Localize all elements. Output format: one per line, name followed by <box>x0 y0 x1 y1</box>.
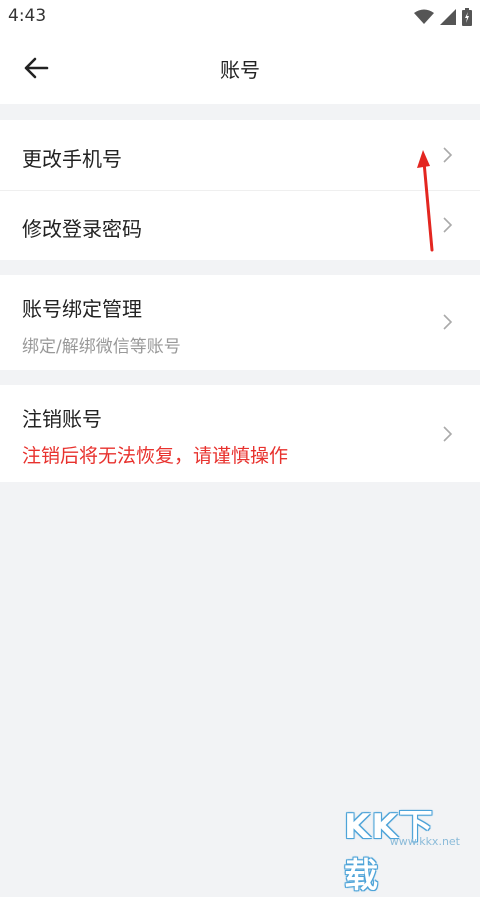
annotation-arrow-icon <box>417 150 434 252</box>
page-title: 账号 <box>220 58 260 82</box>
settings-group-cancel: 注销账号 注销后将无法恢复，请谨慎操作 <box>0 385 480 482</box>
status-time: 4:43 <box>8 6 47 26</box>
change-password-row[interactable]: 修改登录密码 <box>0 190 480 260</box>
status-bar: 4:43 <box>0 0 480 32</box>
change-password-label: 修改登录密码 <box>22 217 142 241</box>
change-phone-row[interactable]: 更改手机号 <box>0 120 480 190</box>
account-binding-subtitle: 绑定/解绑微信等账号 <box>22 337 181 357</box>
settings-group-binding: 账号绑定管理 绑定/解绑微信等账号 <box>0 275 480 370</box>
cancel-account-row[interactable]: 注销账号 注销后将无法恢复，请谨慎操作 <box>0 385 480 482</box>
status-icons <box>414 8 472 26</box>
cancel-account-warning: 注销后将无法恢复，请谨慎操作 <box>22 445 289 467</box>
settings-group-security: 更改手机号 修改登录密码 <box>0 120 480 260</box>
watermark-url: www.kkx.net <box>389 835 460 848</box>
watermark-logo: KK下载 <box>344 807 434 896</box>
watermark: KK下载 www.kkx.net <box>344 799 474 896</box>
account-binding-row[interactable]: 账号绑定管理 绑定/解绑微信等账号 <box>0 275 480 370</box>
chevron-right-icon <box>443 314 453 330</box>
account-binding-label: 账号绑定管理 <box>22 297 142 321</box>
change-phone-label: 更改手机号 <box>22 147 122 171</box>
signal-icon <box>440 9 456 25</box>
nav-bar: 账号 <box>0 32 480 104</box>
chevron-right-icon <box>443 426 453 442</box>
wifi-icon <box>414 9 434 24</box>
cancel-account-label: 注销账号 <box>22 407 102 431</box>
battery-icon <box>462 8 472 26</box>
